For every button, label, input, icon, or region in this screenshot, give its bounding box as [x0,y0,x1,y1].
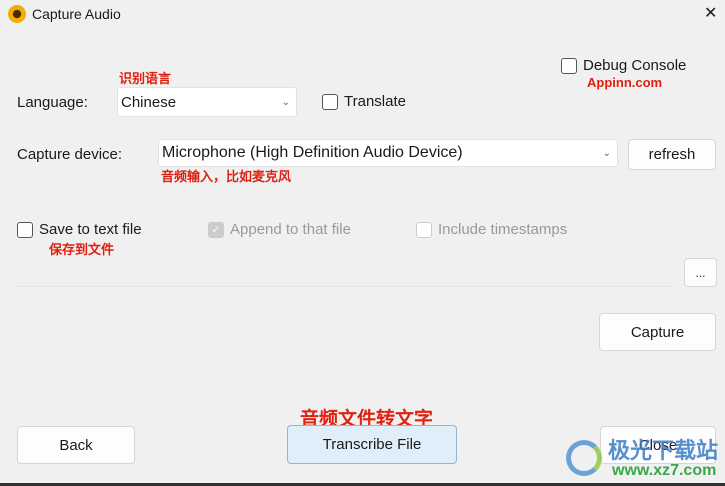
timestamps-checkbox[interactable]: Include timestamps [416,221,567,238]
app-icon [8,5,26,23]
translate-checkbox[interactable]: Translate [322,93,406,110]
watermark-name: 极光下载站 [608,438,719,463]
language-note: 识别语言 [119,71,172,86]
language-label: Language: [17,94,88,111]
device-value: Microphone (High Definition Audio Device… [162,144,463,161]
watermark-logo-icon [566,440,602,476]
file-path-input[interactable] [17,260,675,287]
capture-button[interactable]: Capture [599,313,716,351]
save-label: Save to text file [39,221,142,238]
chevron-down-icon: ⌄ [602,147,611,159]
checkbox-icon [322,93,338,110]
device-select[interactable]: Microphone (High Definition Audio Device… [158,139,618,167]
checkbox-icon [561,57,577,74]
chevron-down-icon: ⌄ [281,96,290,108]
translate-label: Translate [344,93,406,110]
debug-console-checkbox[interactable]: Debug Console [561,57,686,74]
transcribe-file-button[interactable]: Transcribe File [287,425,457,464]
checkbox-icon [416,221,432,238]
refresh-button[interactable]: refresh [628,139,716,170]
checkbox-checked-icon: ✓ [208,221,224,238]
browse-button[interactable]: ... [684,258,717,287]
timestamps-label: Include timestamps [438,221,568,238]
append-label: Append to that file [230,221,351,238]
save-to-file-checkbox[interactable]: Save to text file [17,221,142,238]
language-select[interactable]: Chinese ⌄ [117,87,297,117]
debug-label: Debug Console [583,57,687,74]
checkbox-icon [17,221,33,238]
watermark-url: www.xz7.com [612,462,717,479]
debug-note: Appinn.com [587,75,663,90]
language-value: Chinese [121,93,177,111]
window-title: Capture Audio [32,6,121,22]
save-note: 保存到文件 [49,242,115,257]
append-checkbox[interactable]: ✓ Append to that file [208,221,351,238]
device-label: Capture device: [17,146,123,163]
device-note: 音频输入，比如麦克风 [161,169,292,184]
back-button[interactable]: Back [17,426,135,464]
close-window-button[interactable]: ✕ [704,3,717,23]
